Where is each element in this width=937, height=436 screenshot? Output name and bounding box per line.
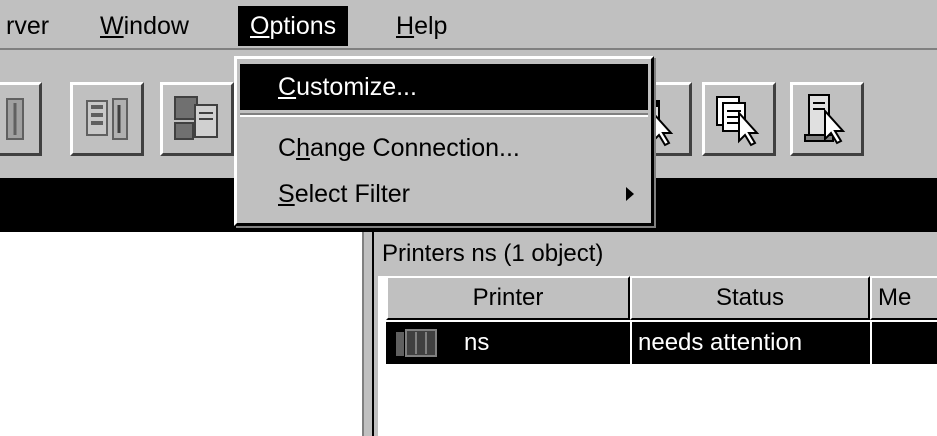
customize-label: ustomize... xyxy=(296,73,417,101)
menu-item-change-connection[interactable]: Change Connection... xyxy=(240,125,648,171)
menu-server[interactable]: rver xyxy=(0,6,61,46)
pane-title: Printers ns (1 object) xyxy=(378,232,937,276)
menu-server-label: rver xyxy=(6,12,50,40)
select-document-icon xyxy=(716,96,760,147)
customize-mnemonic: C xyxy=(278,73,297,101)
cell-printer: ns xyxy=(386,322,630,364)
cell-message xyxy=(870,322,937,364)
menu-options-label: ptions xyxy=(269,12,337,40)
change-connection-label: ange Connection... xyxy=(309,134,520,162)
options-menu: Customize... Change Connection... Select… xyxy=(234,56,654,226)
menu-item-customize[interactable]: Customize... xyxy=(240,64,648,110)
menu-window-label: indow xyxy=(123,12,189,40)
menu-options[interactable]: Options xyxy=(238,6,349,46)
printer-icon xyxy=(396,329,437,357)
tree-pane[interactable] xyxy=(0,232,362,436)
change-connection-mnemonic: h xyxy=(296,134,310,162)
move-document-button[interactable] xyxy=(160,82,234,156)
menu-help[interactable]: Help xyxy=(384,6,459,46)
move-document-icon xyxy=(174,96,218,140)
menu-window[interactable]: Window xyxy=(88,6,201,46)
select-filter-mnemonic: S xyxy=(278,180,295,208)
select-server-icon xyxy=(804,94,846,145)
menu-help-mnemonic: H xyxy=(396,12,415,40)
menu-help-label: elp xyxy=(414,12,448,40)
change-connection-label-pre: C xyxy=(278,134,297,162)
select-filter-label: elect Filter xyxy=(294,180,410,208)
select-server-button[interactable] xyxy=(790,82,864,156)
splitter-line xyxy=(372,232,374,436)
menu-options-mnemonic: O xyxy=(250,12,270,40)
copy-printer-icon xyxy=(86,98,128,140)
printers-pane: Printers ns (1 object) Printer Status Me… xyxy=(378,232,937,436)
properties-button[interactable] xyxy=(0,82,42,156)
menu-separator xyxy=(240,113,648,117)
column-header-printer[interactable]: Printer xyxy=(386,276,630,320)
property-icon xyxy=(6,98,24,140)
copy-printer-button[interactable] xyxy=(70,82,144,156)
table-row[interactable]: ns needs attention xyxy=(386,322,937,364)
printer-name: ns xyxy=(464,329,490,356)
select-document-button[interactable] xyxy=(702,82,776,156)
table-header: Printer Status Me xyxy=(378,276,937,320)
cell-status: needs attention xyxy=(630,322,870,364)
menu-item-select-filter[interactable]: Select Filter xyxy=(240,171,648,217)
column-header-status[interactable]: Status xyxy=(630,276,870,320)
printer-manager-window: rver Window Options Help Printers ns (1 … xyxy=(0,0,937,436)
column-header-message[interactable]: Me xyxy=(870,276,937,320)
menubar: rver Window Options Help xyxy=(0,0,937,50)
triangle-right-icon xyxy=(626,187,634,201)
pane-splitter[interactable] xyxy=(362,232,378,436)
menu-window-mnemonic: W xyxy=(100,12,124,40)
